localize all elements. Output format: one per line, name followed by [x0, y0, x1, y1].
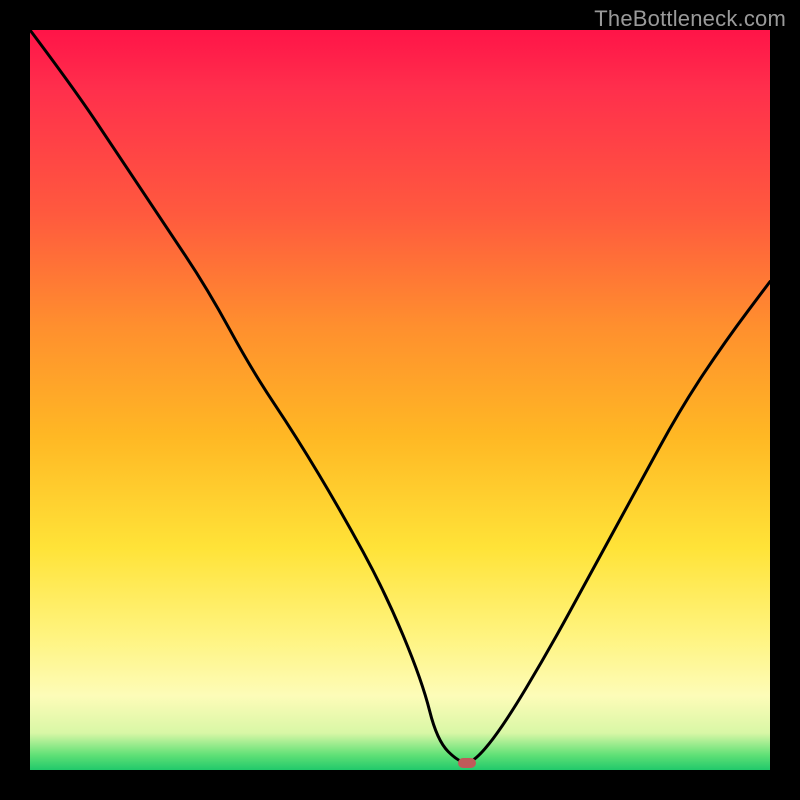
watermark-text: TheBottleneck.com — [594, 6, 786, 32]
bottleneck-curve — [30, 30, 770, 763]
plot-area — [30, 30, 770, 770]
curve-svg — [30, 30, 770, 770]
chart-container: TheBottleneck.com — [0, 0, 800, 800]
optimal-point-marker — [458, 758, 476, 768]
